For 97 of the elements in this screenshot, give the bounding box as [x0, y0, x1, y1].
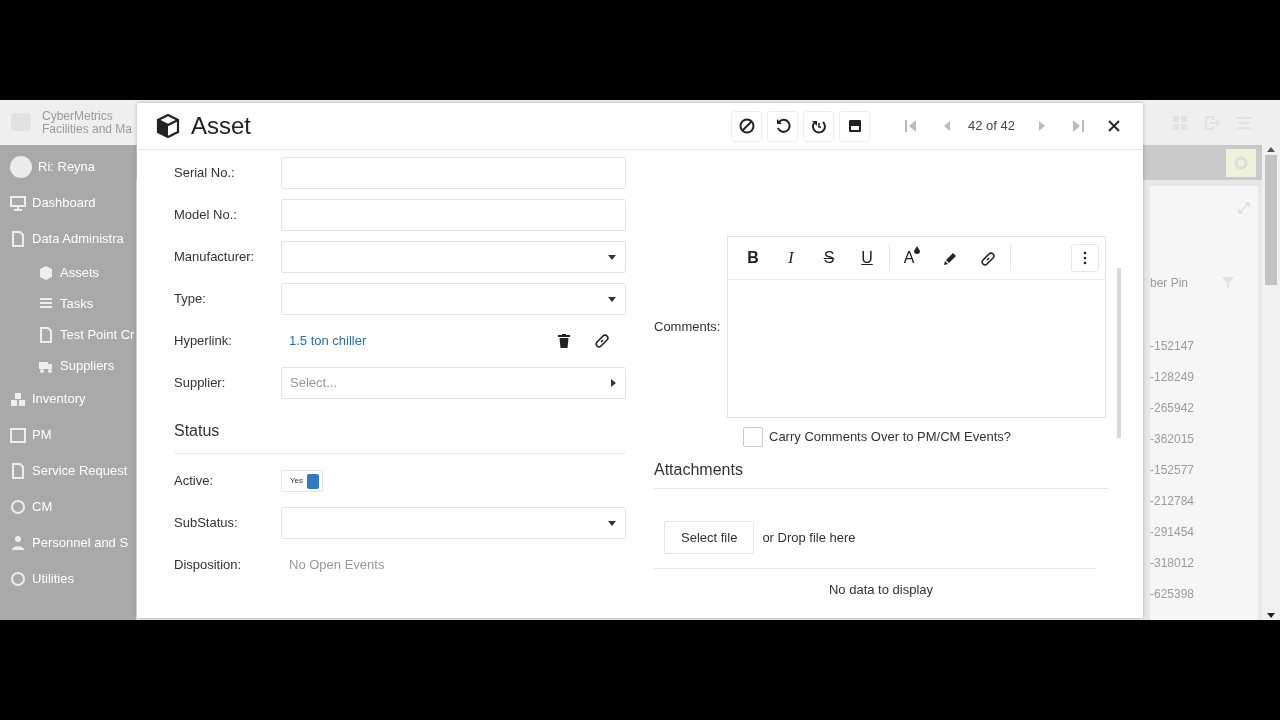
field-label: Active:	[174, 472, 214, 491]
dropdown-field[interactable]	[281, 283, 626, 315]
sidebar-item[interactable]: Service Request	[32, 461, 128, 481]
circle-icon	[10, 499, 26, 515]
boxes-icon	[10, 391, 26, 407]
more-icon	[1083, 251, 1087, 265]
select-file-button[interactable]: Select file	[664, 521, 755, 554]
field-label: Type:	[174, 290, 207, 309]
section-heading: Attachments	[654, 447, 1108, 489]
monitor-icon	[10, 195, 26, 211]
document-icon	[10, 231, 26, 247]
table-cell-text: -265942	[1150, 399, 1196, 417]
save-icon	[846, 118, 863, 134]
sidebar-item[interactable]: Personnel and S	[32, 533, 129, 553]
checkbox-label: Carry Comments Over to PM/CM Events?	[769, 428, 1011, 447]
caret-icon	[607, 295, 617, 303]
sidebar-item[interactable]: Tasks	[60, 293, 94, 314]
sidebar-item[interactable]: Inventory	[32, 389, 86, 409]
person-icon	[10, 535, 26, 551]
select-field[interactable]: Select...	[281, 367, 626, 399]
avatar-icon	[10, 156, 32, 178]
circle-icon	[10, 571, 26, 587]
drop-hint: or Drop file here	[762, 528, 856, 547]
table-cell-text: -128249	[1150, 368, 1196, 386]
cancel-icon	[738, 118, 755, 134]
brand-tagline: Facilities and Ma	[42, 122, 133, 136]
expand-icon[interactable]	[1238, 202, 1250, 214]
link-icon[interactable]	[594, 333, 610, 349]
scroll-down-icon[interactable]	[1266, 612, 1276, 620]
first-page-icon	[902, 118, 919, 134]
cube-icon	[155, 113, 181, 139]
table-cell-text: -362015	[1150, 430, 1196, 448]
text-field[interactable]	[281, 199, 626, 231]
text-field[interactable]	[281, 157, 626, 189]
undo-icon	[774, 118, 791, 134]
document-icon	[38, 326, 54, 343]
sidebar-item[interactable]: CM	[32, 497, 53, 517]
field-label: Manufacturer:	[174, 248, 256, 267]
field-label: Hyperlink:	[174, 332, 233, 351]
table-cell-text: -291454	[1150, 523, 1196, 541]
section-heading: Status	[174, 404, 626, 454]
user-name[interactable]: Ri: Reyna	[38, 157, 96, 177]
dialog-title: Asset	[191, 111, 252, 141]
table-cell-text: -152577	[1150, 461, 1196, 479]
field-label: Comments:	[654, 318, 722, 337]
rich-text-editor[interactable]: B I S U A	[727, 236, 1106, 418]
caret-icon	[607, 519, 617, 527]
cancel-button[interactable]	[731, 110, 762, 142]
field-label: Disposition:	[174, 556, 243, 575]
field-label: Supplier:	[174, 374, 227, 393]
sidebar-item[interactable]: Test Point Cr	[60, 324, 135, 345]
table-cell-text: -625398	[1150, 585, 1196, 603]
undo-button[interactable]	[767, 110, 798, 142]
link-icon	[980, 250, 996, 267]
hyperlink[interactable]: 1.5 ton chiller	[281, 331, 558, 351]
toggle-switch[interactable]: Yes	[281, 470, 324, 492]
history-button[interactable]	[803, 110, 834, 142]
table-cell-text: -318012	[1150, 554, 1196, 572]
sidebar-item[interactable]: Dashboard	[32, 193, 96, 213]
format-button[interactable]: U	[848, 243, 886, 273]
calendar-icon	[10, 427, 26, 443]
column-header: ber Pin	[1150, 275, 1189, 292]
brand-name: CyberMetrics	[42, 109, 114, 123]
pen-icon	[942, 250, 958, 267]
settings-button[interactable]	[1226, 148, 1256, 177]
checkbox[interactable]	[743, 427, 763, 447]
record-position: 42 of 42	[968, 117, 1015, 136]
save-button[interactable]	[839, 110, 870, 142]
cube-icon	[38, 264, 54, 281]
sidebar-item[interactable]: Assets	[60, 262, 99, 283]
field-label: SubStatus:	[174, 514, 239, 533]
format-button[interactable]: I	[772, 243, 810, 273]
scrollbar-thumb[interactable]	[1265, 155, 1277, 285]
sidebar-item[interactable]: Utilities	[32, 569, 74, 589]
drop-icon	[914, 246, 921, 254]
history-icon	[810, 118, 827, 134]
dropdown-field[interactable]	[281, 241, 626, 273]
field-value: No Open Events	[288, 556, 385, 575]
sidebar-item[interactable]: Data Administra	[32, 229, 124, 249]
sidebar-item[interactable]: PM	[32, 425, 52, 445]
format-button[interactable]: S	[810, 243, 848, 273]
trash-icon[interactable]	[558, 334, 570, 348]
table-cell-text: -152147	[1150, 337, 1196, 355]
text-color-button[interactable]: A	[893, 243, 931, 273]
format-button[interactable]: B	[734, 243, 772, 273]
sidebar-item[interactable]: Suppliers	[60, 355, 115, 376]
document-icon	[10, 463, 26, 479]
field-label: Model No.:	[174, 206, 238, 225]
field-label: Serial No.:	[174, 164, 236, 183]
more-button[interactable]	[1071, 244, 1099, 272]
empty-message: No data to display	[827, 581, 935, 599]
table-cell-text: -212784	[1150, 492, 1196, 510]
caret-icon	[610, 378, 617, 388]
close-icon	[1106, 119, 1121, 133]
dropdown-field[interactable]	[281, 507, 626, 539]
scrollbar[interactable]	[1117, 268, 1121, 438]
caret-icon	[607, 253, 617, 261]
